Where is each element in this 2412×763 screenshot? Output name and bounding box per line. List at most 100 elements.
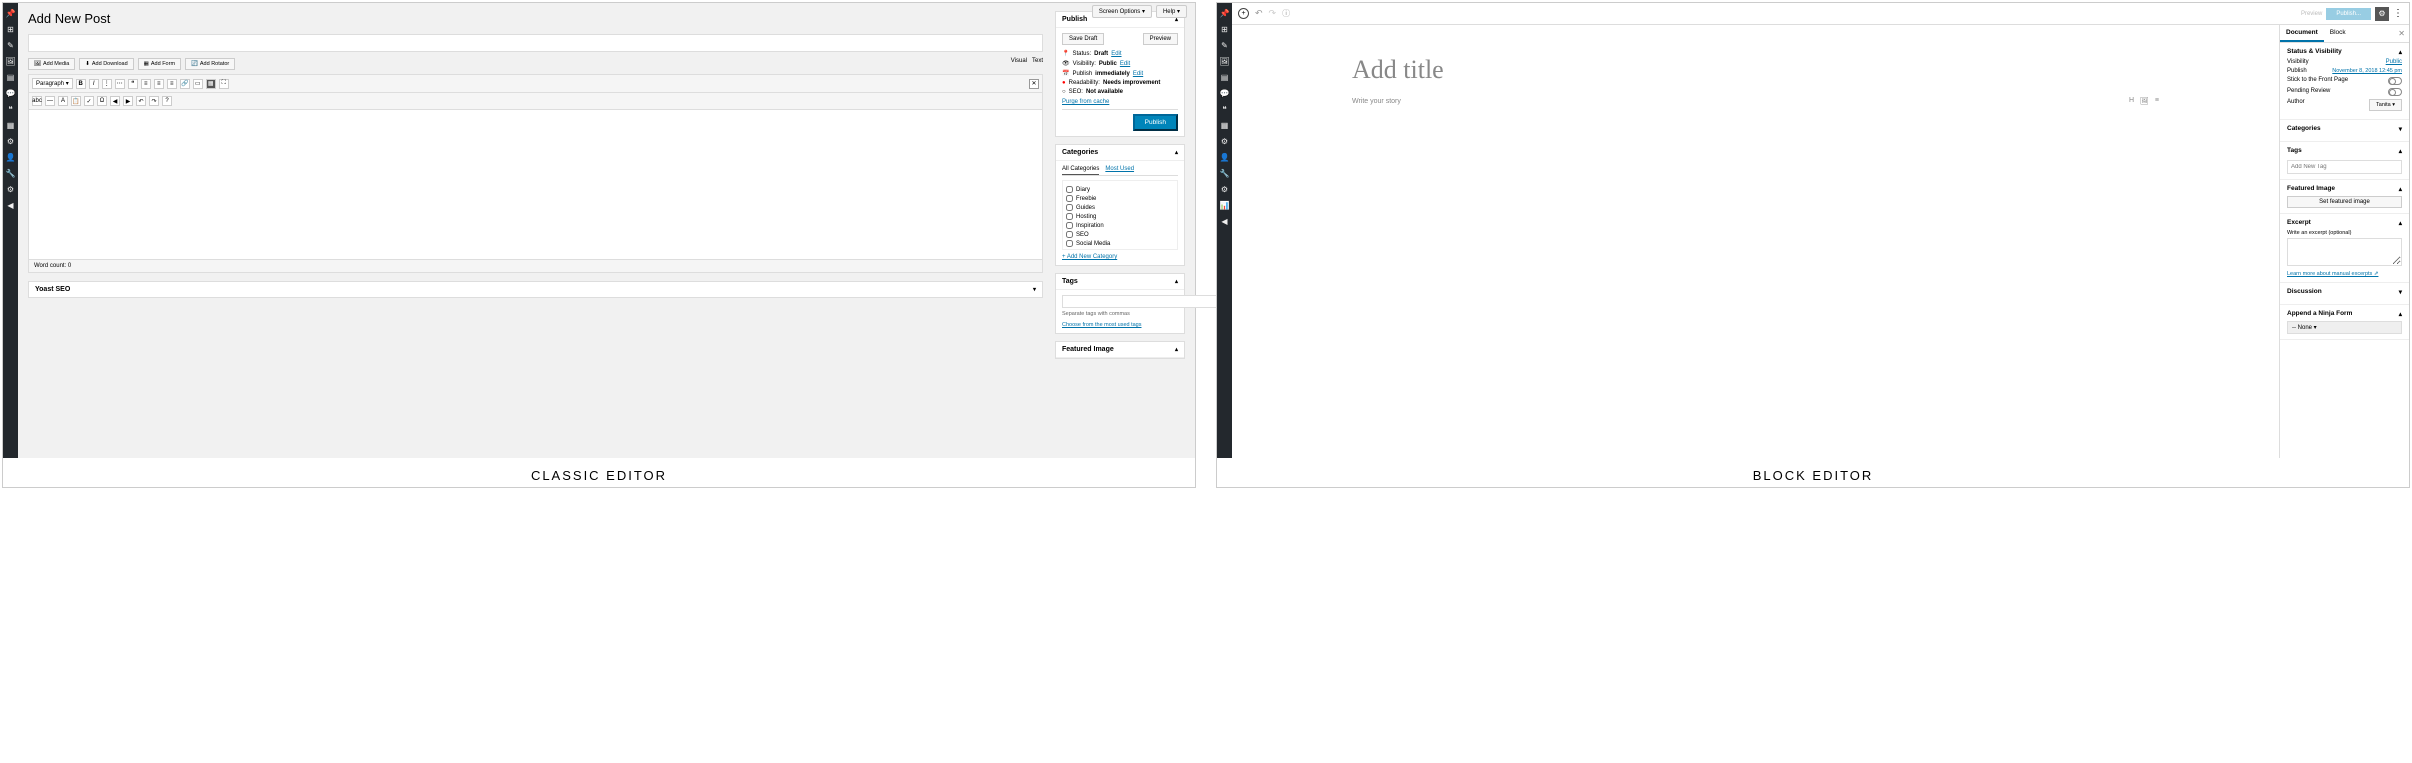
chevron-down-icon[interactable]: ▾: [2399, 288, 2402, 296]
image-inserter-icon[interactable]: 🖼: [2140, 97, 2149, 105]
chevron-up-icon[interactable]: ▴: [2399, 147, 2402, 155]
list-inserter-icon[interactable]: ≡: [2155, 97, 2159, 105]
more-menu-button[interactable]: ⋮: [2393, 8, 2403, 19]
appearance-icon[interactable]: ▦: [1217, 120, 1232, 131]
settings-icon[interactable]: ⚙: [1217, 184, 1232, 195]
screen-options-button[interactable]: Screen Options ▾: [1092, 5, 1152, 18]
more-button[interactable]: ▭: [193, 79, 203, 89]
clear-button[interactable]: ✓: [84, 96, 94, 106]
discussion-title[interactable]: Discussion: [2287, 288, 2322, 296]
post-title-input[interactable]: [28, 34, 1043, 52]
collapse-icon[interactable]: ◀: [1217, 216, 1232, 227]
align-left-button[interactable]: ≡: [141, 79, 151, 89]
plugins-icon[interactable]: ⚙: [3, 136, 18, 147]
chevron-up-icon[interactable]: ▴: [1175, 346, 1178, 353]
chevron-up-icon[interactable]: ▴: [1175, 278, 1178, 285]
quote-icon[interactable]: ❝: [3, 104, 18, 115]
settings-button[interactable]: ⚙: [2375, 7, 2389, 21]
dashboard-icon[interactable]: ⊞: [1217, 24, 1232, 35]
ul-button[interactable]: ⋮: [102, 79, 112, 89]
fullscreen-button[interactable]: ⛶: [219, 79, 229, 89]
bold-button[interactable]: B: [76, 79, 86, 89]
plugins-icon[interactable]: ⚙: [1217, 136, 1232, 147]
visual-tab[interactable]: Visual: [1011, 58, 1027, 64]
chevron-up-icon[interactable]: ▴: [2399, 310, 2402, 318]
redo-button[interactable]: ↷: [1269, 8, 1277, 19]
text-tab[interactable]: Text: [1032, 58, 1043, 64]
publish-date-link[interactable]: November 8, 2018 12:45 pm: [2332, 68, 2402, 74]
link-button[interactable]: 🔗: [180, 79, 190, 89]
char-button[interactable]: Ω: [97, 96, 107, 106]
quote-icon[interactable]: ❝: [1217, 104, 1232, 115]
category-item[interactable]: Inspiration: [1066, 222, 1174, 229]
paste-button[interactable]: 📋: [71, 96, 81, 106]
chevron-up-icon[interactable]: ▴: [1175, 149, 1178, 156]
dashboard-icon[interactable]: ⊞: [3, 24, 18, 35]
set-featured-button[interactable]: Set featured image: [2287, 196, 2402, 208]
stats-icon[interactable]: 📊: [1217, 200, 1232, 211]
publish-button[interactable]: Publish: [1133, 114, 1178, 131]
quote-button[interactable]: ❝: [128, 79, 138, 89]
textcolor-button[interactable]: A: [58, 96, 68, 106]
tags-input[interactable]: [2287, 160, 2402, 174]
add-media-button[interactable]: 🖼Add Media: [28, 58, 75, 70]
title-placeholder[interactable]: Add title: [1352, 55, 2159, 85]
comments-icon[interactable]: 💬: [1217, 88, 1232, 99]
pages-icon[interactable]: ▤: [1217, 72, 1232, 83]
tools-icon[interactable]: 🔧: [3, 168, 18, 179]
category-item[interactable]: SEO: [1066, 231, 1174, 238]
category-item[interactable]: Tips: [1066, 249, 1174, 250]
format-select[interactable]: Paragraph ▾: [32, 78, 73, 89]
excerpt-textarea[interactable]: [2287, 238, 2402, 266]
tags-input[interactable]: [1062, 295, 1241, 308]
most-used-tab[interactable]: Most Used: [1105, 166, 1134, 175]
add-category-link[interactable]: + Add New Category: [1062, 254, 1178, 260]
users-icon[interactable]: 👤: [3, 152, 18, 163]
pin-icon[interactable]: 📌: [3, 8, 18, 19]
category-item[interactable]: Hosting: [1066, 213, 1174, 220]
add-rotator-button[interactable]: 🔄Add Rotator: [185, 58, 235, 70]
distraction-free-button[interactable]: ✕: [1029, 79, 1039, 89]
settings-icon[interactable]: ⚙: [3, 184, 18, 195]
posts-icon[interactable]: ✎: [1217, 40, 1232, 51]
redo-button[interactable]: ↷: [149, 96, 159, 106]
align-right-button[interactable]: ≡: [167, 79, 177, 89]
visibility-link[interactable]: Public: [2386, 59, 2402, 65]
publish-button[interactable]: Publish...: [2326, 8, 2371, 20]
all-categories-tab[interactable]: All Categories: [1062, 166, 1099, 175]
hr-button[interactable]: —: [45, 96, 55, 106]
edit-date-link[interactable]: Edit: [1133, 71, 1143, 77]
undo-button[interactable]: ↶: [1255, 8, 1263, 19]
tools-icon[interactable]: 🔧: [1217, 168, 1232, 179]
ol-button[interactable]: ⋯: [115, 79, 125, 89]
comments-icon[interactable]: 💬: [3, 88, 18, 99]
editor-canvas[interactable]: [28, 110, 1043, 260]
document-tab[interactable]: Document: [2280, 25, 2324, 42]
edit-visibility-link[interactable]: Edit: [1120, 61, 1130, 67]
help-button[interactable]: Help ▾: [1156, 5, 1187, 18]
edit-status-link[interactable]: Edit: [1111, 51, 1121, 57]
chevron-up-icon[interactable]: ▴: [2399, 185, 2402, 193]
add-download-button[interactable]: ⬇Add Download: [79, 58, 133, 70]
block-tab[interactable]: Block: [2324, 25, 2352, 42]
collapse-icon[interactable]: ◀: [3, 200, 18, 211]
category-item[interactable]: Freebie: [1066, 195, 1174, 202]
choose-tags-link[interactable]: Choose from the most used tags: [1062, 322, 1178, 328]
undo-button[interactable]: ↶: [136, 96, 146, 106]
pin-icon[interactable]: 📌: [1217, 8, 1232, 19]
add-block-button[interactable]: +: [1238, 8, 1249, 19]
help-icon[interactable]: ?: [162, 96, 172, 106]
align-center-button[interactable]: ≡: [154, 79, 164, 89]
pages-icon[interactable]: ▤: [3, 72, 18, 83]
appearance-icon[interactable]: ▦: [3, 120, 18, 131]
media-icon[interactable]: 🖼: [1217, 56, 1232, 67]
category-item[interactable]: Guides: [1066, 204, 1174, 211]
posts-icon[interactable]: ✎: [3, 40, 18, 51]
info-icon[interactable]: ⓘ: [1282, 8, 1290, 19]
toolbar-toggle-button[interactable]: ▦: [206, 79, 216, 89]
chevron-down-icon[interactable]: ▾: [2399, 125, 2402, 133]
outdent-button[interactable]: ◀: [110, 96, 120, 106]
excerpt-learn-link[interactable]: Learn more about manual excerpts ⇗: [2287, 271, 2402, 277]
stick-toggle[interactable]: [2388, 77, 2402, 85]
purge-cache-link[interactable]: Purge from cache: [1062, 99, 1178, 105]
